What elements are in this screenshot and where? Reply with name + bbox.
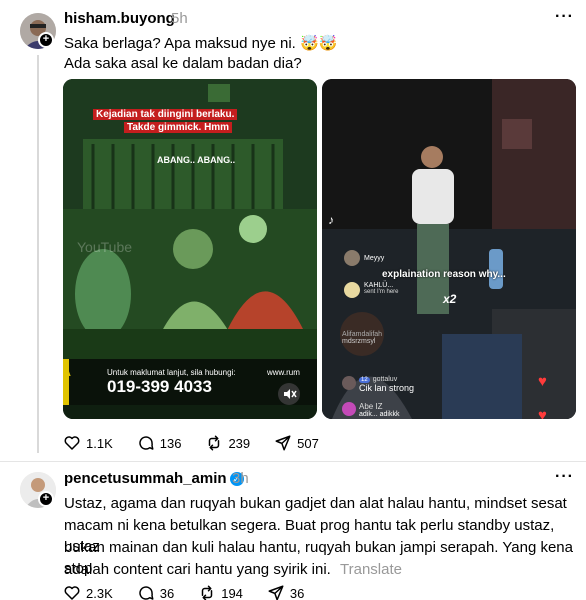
phone-number: 019-399 4033 xyxy=(107,377,212,396)
gift-multiplier: x2 xyxy=(443,292,457,306)
repost-button[interactable]: 239 xyxy=(205,434,250,452)
comment-text: adik... adikkk xyxy=(359,411,400,418)
comment-button[interactable]: 36 xyxy=(137,584,174,600)
thread-line xyxy=(37,55,39,453)
username[interactable]: pencetusummah_amin ✓ xyxy=(64,470,244,487)
post-time: 5h xyxy=(171,10,188,27)
mute-icon[interactable] xyxy=(278,383,300,405)
repost-icon xyxy=(201,585,213,600)
post-text-line-2: Ada saka asal ke dalam badan dia? xyxy=(64,55,302,72)
post-image-1[interactable]: Kejadian tak diingini berlaku. Takde gim… xyxy=(63,79,317,419)
live-comment: Alifamdalifah mdsrzmsyl xyxy=(342,331,382,345)
side-letter: A xyxy=(63,367,71,379)
heart-icon xyxy=(64,436,80,450)
share-count: 507 xyxy=(297,435,319,451)
comment-text: Cik lan strong xyxy=(359,383,415,393)
watermark: YouTube xyxy=(77,239,133,255)
commenter-name: Abe IZ xyxy=(359,402,383,411)
like-button[interactable]: 2.3K xyxy=(63,584,113,600)
comment-icon xyxy=(139,436,154,450)
banner-text-1: Kejadian tak diingini berlaku. xyxy=(93,109,238,120)
share-button[interactable]: 36 xyxy=(267,584,304,600)
heart-icon: ♥ xyxy=(538,373,547,390)
comment-text: sent I'm here xyxy=(364,289,399,295)
repost-button[interactable]: 194 xyxy=(198,584,243,600)
commenter-avatar xyxy=(344,250,360,266)
heart-icon: ♥ xyxy=(538,407,547,419)
username-text: pencetusummah_amin xyxy=(64,470,227,487)
follow-plus-icon[interactable]: + xyxy=(38,32,54,48)
level-badge: 12 xyxy=(359,376,370,383)
post-actions: 2.3K 36 194 36 xyxy=(63,584,328,600)
more-options-icon[interactable]: ··· xyxy=(555,468,574,486)
video-caption: ABANG.. ABANG.. xyxy=(157,155,236,165)
send-icon xyxy=(275,435,291,451)
comment-button[interactable]: 136 xyxy=(137,434,182,452)
like-count: 1.1K xyxy=(86,435,113,451)
commenter-name: gottaluv xyxy=(372,376,398,383)
share-button[interactable]: 507 xyxy=(274,434,319,452)
commenter-avatar xyxy=(344,282,360,298)
commenter-avatar xyxy=(342,402,356,416)
repost-count: 239 xyxy=(228,435,251,451)
info-text: Untuk maklumat lanjut, sila hubungi: xyxy=(107,368,236,377)
overlay-text: explaination reason why... xyxy=(382,269,506,280)
post-image-2[interactable]: ♪ Meyyy KAHLÜ... sent I'm here explainat… xyxy=(322,79,576,419)
commenter-name: Meyyy xyxy=(364,254,385,262)
live-comment: Meyyy xyxy=(344,250,384,266)
follow-plus-icon[interactable]: + xyxy=(38,491,54,507)
like-button[interactable]: 1.1K xyxy=(63,434,113,452)
post-text-line-1: Saka berlaga? Apa maksud nye ni. 🤯🤯 xyxy=(64,35,338,52)
heart-icon xyxy=(64,586,80,600)
banner-text-2: Takde gimmick. Hmm xyxy=(124,122,233,133)
post-text-line-4-content: adalah content cari hantu yang syirik in… xyxy=(64,561,331,578)
repost-icon xyxy=(209,435,220,451)
comment-count: 36 xyxy=(159,585,175,600)
post-hisham: + hisham.buyong 5h ··· Saka berlaga? Apa… xyxy=(0,0,586,460)
live-comment: 12 gottaluv Cik lan strong xyxy=(342,376,414,393)
share-count: 36 xyxy=(289,585,305,600)
comment-icon xyxy=(139,586,154,600)
post-time: 3h xyxy=(232,470,249,487)
send-icon xyxy=(268,585,284,600)
tiktok-icon: ♪ xyxy=(328,213,334,227)
more-options-icon[interactable]: ··· xyxy=(555,8,574,26)
repost-count: 194 xyxy=(221,585,243,600)
website-text: www.rum xyxy=(267,368,300,377)
commenter-name: Alifamdalifah xyxy=(342,331,383,338)
post-text-line-1: Ustaz, agama dan ruqyah bukan gadjet dan… xyxy=(64,495,567,512)
post-text-line-4: adalah content cari hantu yang syirik in… xyxy=(64,559,402,580)
comment-count: 136 xyxy=(159,435,182,451)
comment-text: mdsrzmsyl xyxy=(342,338,376,345)
like-count: 2.3K xyxy=(86,585,113,600)
live-comment: Abe IZ adik... adikkk xyxy=(342,402,399,418)
translate-link[interactable]: Translate xyxy=(340,561,402,578)
post-actions: 1.1K 136 239 507 xyxy=(63,434,343,452)
live-comment: KAHLÜ... sent I'm here xyxy=(344,282,399,298)
post-pencetusummah: + pencetusummah_amin ✓ 3h ··· Ustaz, agam… xyxy=(0,462,586,600)
username[interactable]: hisham.buyong xyxy=(64,10,175,27)
commenter-avatar xyxy=(342,376,356,390)
commenter-name: KAHLÜ... xyxy=(364,282,394,289)
